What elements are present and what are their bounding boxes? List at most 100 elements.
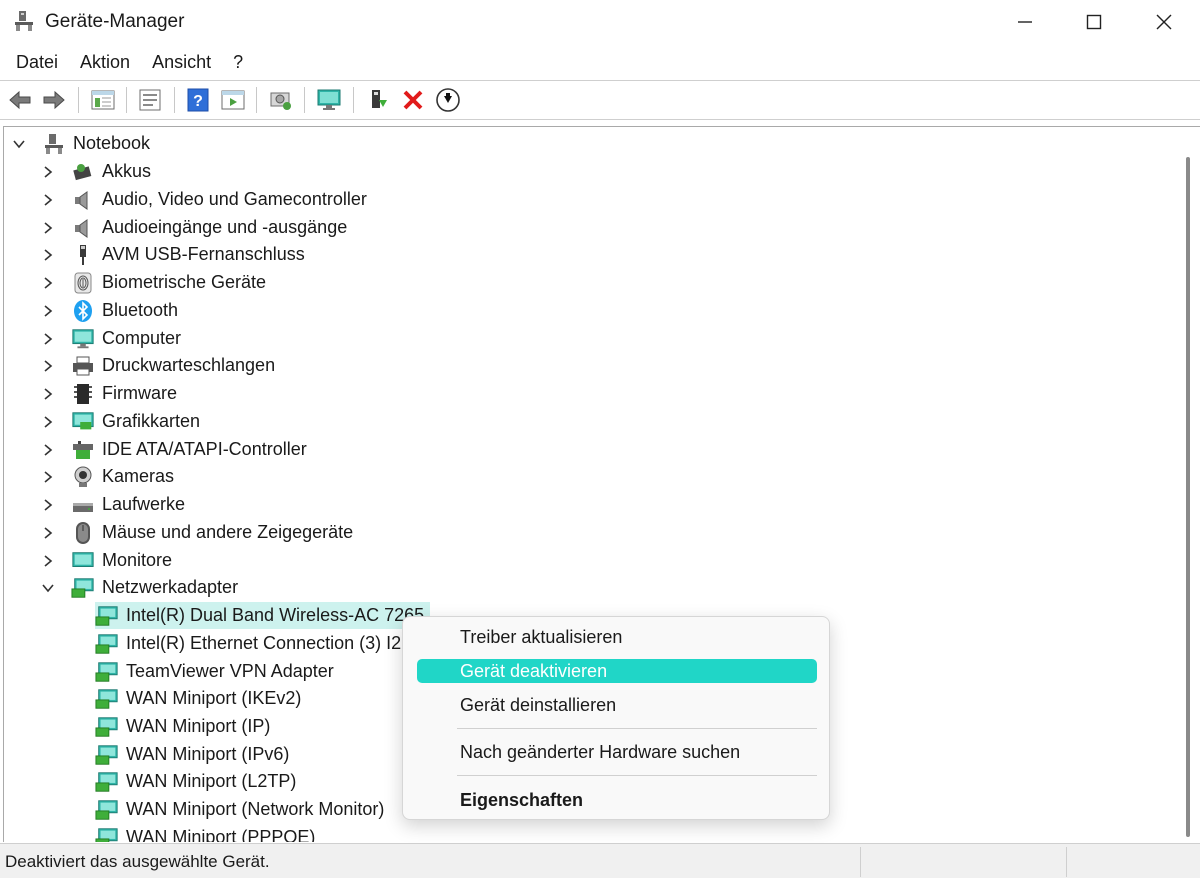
tree-category-network-adapters[interactable]: Netzwerkadapter	[41, 574, 238, 601]
tree-device-wan-ipv6[interactable]: WAN Miniport (IPv6)	[95, 741, 289, 768]
maximize-button[interactable]	[1059, 0, 1129, 44]
network-adapter-icon	[95, 632, 119, 656]
tree-category-drives[interactable]: Laufwerke	[41, 491, 185, 518]
monitor-icon	[71, 549, 95, 573]
chevron-right-icon[interactable]	[41, 470, 55, 484]
chevron-right-icon[interactable]	[41, 248, 55, 262]
chevron-right-icon[interactable]	[41, 193, 55, 207]
tree-category-monitors[interactable]: Monitore	[41, 547, 172, 574]
svg-text:?: ?	[193, 93, 203, 110]
tree-device-wan-network-monitor[interactable]: WAN Miniport (Network Monitor)	[95, 796, 384, 823]
tree-category-audio-io[interactable]: Audioeingänge und -ausgänge	[41, 214, 347, 241]
tree-device-wan-ip[interactable]: WAN Miniport (IP)	[95, 713, 270, 740]
monitor-icon[interactable]	[316, 87, 342, 113]
network-adapter-icon	[95, 826, 119, 842]
device-label: TeamViewer VPN Adapter	[126, 661, 334, 681]
chevron-right-icon[interactable]	[41, 332, 55, 346]
status-divider	[1066, 847, 1067, 877]
minimize-button[interactable]	[990, 0, 1060, 44]
category-label: Audioeingänge und -ausgänge	[102, 217, 348, 237]
chevron-right-icon[interactable]	[41, 387, 55, 401]
help-icon[interactable]: ?	[185, 87, 211, 113]
chevron-right-icon[interactable]	[41, 443, 55, 457]
chip-icon	[71, 382, 95, 406]
chevron-down-icon[interactable]	[41, 581, 55, 595]
toolbar-separator	[353, 87, 354, 113]
menu-update-driver[interactable]: Treiber aktualisieren	[417, 625, 817, 649]
tree-category-print-queues[interactable]: Druckwarteschlangen	[41, 352, 275, 379]
speaker-icon	[71, 216, 95, 240]
category-label: Druckwarteschlangen	[102, 355, 276, 375]
display-adapter-icon	[71, 410, 95, 434]
ide-controller-icon	[71, 438, 95, 462]
tree-device-intel-ethernet[interactable]: Intel(R) Ethernet Connection (3) I2	[95, 630, 401, 657]
toolbar: ?	[0, 84, 1200, 116]
tree-device-wan-ikev2[interactable]: WAN Miniport (IKEv2)	[95, 685, 301, 712]
chevron-right-icon[interactable]	[41, 498, 55, 512]
menu-scan-hardware[interactable]: Nach geänderter Hardware suchen	[417, 740, 817, 764]
chevron-right-icon[interactable]	[41, 276, 55, 290]
menu-bar: Datei Aktion Ansicht ?	[0, 48, 255, 78]
chevron-right-icon[interactable]	[41, 359, 55, 373]
tree-category-akkus[interactable]: Akkus	[41, 158, 151, 185]
category-label: Biometrische Geräte	[102, 272, 267, 292]
category-label: IDE ATA/ATAPI-Controller	[102, 439, 307, 459]
computer-root-icon	[42, 132, 66, 156]
usb-icon	[71, 243, 95, 267]
device-label: WAN Miniport (IPv6)	[126, 744, 290, 764]
tree-root-notebook[interactable]: Notebook	[12, 130, 150, 157]
disable-icon[interactable]	[435, 87, 461, 113]
tree-device-teamviewer[interactable]: TeamViewer VPN Adapter	[95, 658, 334, 685]
tree-category-audio-video[interactable]: Audio, Video und Gamecontroller	[41, 186, 367, 213]
tree-category-avm-usb[interactable]: AVM USB-Fernanschluss	[41, 241, 305, 268]
tree-category-graphics[interactable]: Grafikkarten	[41, 408, 200, 435]
action-view-icon[interactable]	[220, 87, 246, 113]
category-label: Grafikkarten	[102, 411, 201, 431]
tree-device-intel-wireless[interactable]: Intel(R) Dual Band Wireless-AC 7265	[95, 602, 431, 629]
tree-device-wan-pppoe[interactable]: WAN Miniport (PPPOE)	[95, 824, 315, 842]
update-driver-icon[interactable]	[365, 87, 391, 113]
tree-category-firmware[interactable]: Firmware	[41, 380, 177, 407]
menu-uninstall-device[interactable]: Gerät deinstallieren	[417, 693, 817, 717]
chevron-right-icon[interactable]	[41, 165, 55, 179]
properties-icon[interactable]	[137, 87, 163, 113]
status-bar: Deaktiviert das ausgewählte Gerät.	[0, 843, 1200, 878]
uninstall-icon[interactable]	[400, 87, 426, 113]
printer-icon	[71, 354, 95, 378]
menu-aktion[interactable]: Aktion	[70, 48, 142, 78]
menu-datei[interactable]: Datei	[0, 48, 70, 78]
category-label: Mäuse und andere Zeigegeräte	[102, 522, 354, 542]
chevron-right-icon[interactable]	[41, 304, 55, 318]
show-hide-tree-icon[interactable]	[90, 87, 116, 113]
toolbar-separator	[304, 87, 305, 113]
chevron-right-icon[interactable]	[41, 221, 55, 235]
tree-device-wan-l2tp[interactable]: WAN Miniport (L2TP)	[95, 768, 296, 795]
tree-category-ide[interactable]: IDE ATA/ATAPI-Controller	[41, 436, 307, 463]
forward-icon[interactable]	[41, 87, 67, 113]
chevron-right-icon[interactable]	[41, 554, 55, 568]
tree-category-bluetooth[interactable]: Bluetooth	[41, 297, 178, 324]
tree-category-computer[interactable]: Computer	[41, 325, 181, 352]
device-label: Intel(R) Ethernet Connection (3) I2	[126, 633, 402, 653]
menu-help[interactable]: ?	[223, 48, 255, 78]
chevron-right-icon[interactable]	[41, 526, 55, 540]
tree-category-biometric[interactable]: Biometrische Geräte	[41, 269, 266, 296]
category-label: Kameras	[102, 466, 175, 486]
chevron-right-icon[interactable]	[41, 415, 55, 429]
menu-ansicht[interactable]: Ansicht	[142, 48, 223, 78]
tree-category-mice[interactable]: Mäuse und andere Zeigegeräte	[41, 519, 353, 546]
title-bar: Geräte-Manager	[0, 0, 1200, 44]
network-adapter-icon	[71, 576, 95, 600]
toolbar-separator	[174, 87, 175, 113]
computer-icon	[71, 327, 95, 351]
scrollbar-thumb[interactable]	[1186, 157, 1190, 837]
menu-properties[interactable]: Eigenschaften	[417, 788, 817, 812]
device-label: WAN Miniport (PPPOE)	[126, 827, 316, 842]
close-button[interactable]	[1129, 0, 1199, 44]
tree-category-cameras[interactable]: Kameras	[41, 463, 174, 490]
back-icon[interactable]	[7, 87, 33, 113]
chevron-down-icon[interactable]	[12, 137, 26, 151]
menu-disable-device[interactable]: Gerät deaktivieren	[417, 659, 817, 683]
scan-hardware-icon[interactable]	[268, 87, 294, 113]
network-adapter-icon	[95, 604, 119, 628]
